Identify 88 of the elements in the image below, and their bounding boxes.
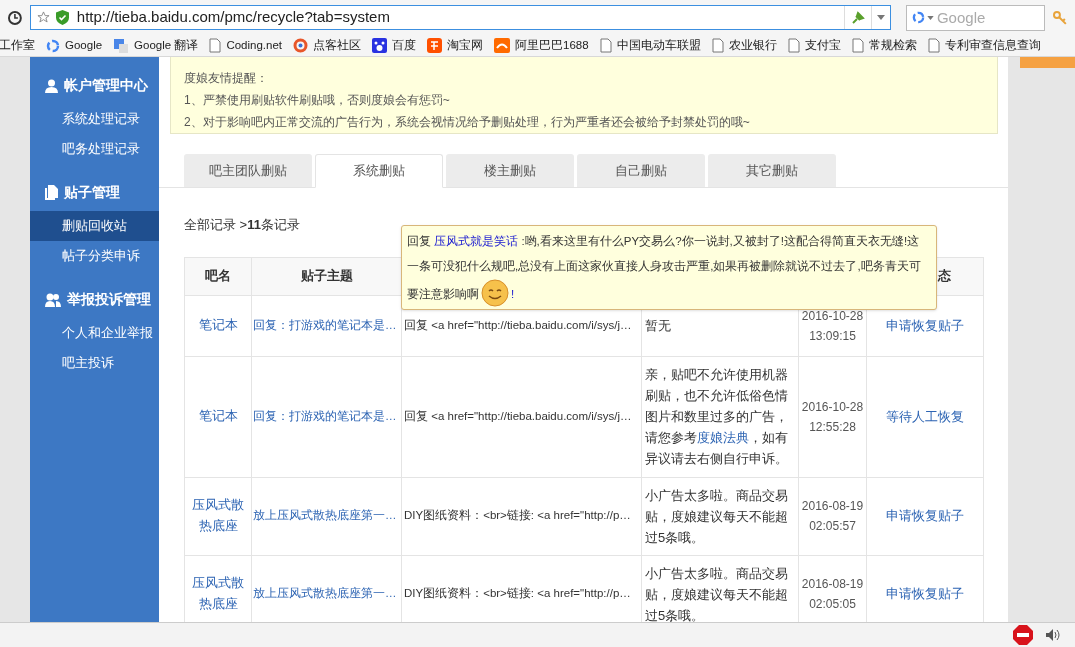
time-text: 12:55:28	[808, 418, 857, 436]
content-text: 回复 <a href="http://tieba.baidu.com/i/sys/j…	[404, 318, 632, 331]
notice-text: 2、对于影响吧内正常交流的广告行为，系统会视情况给予删贴处理，行为严重者还会被给予封禁处罚的哦~	[184, 114, 751, 131]
action-link[interactable]: 申请恢复贴子	[886, 508, 964, 524]
address-bar[interactable]: http://tieba.baidu.com/pmc/recycle?tab=system	[29, 5, 891, 30]
date-text: 2016-10-28	[800, 398, 865, 416]
reason-text: 亲，贴吧不允许使用机器刷贴，也不允许低俗色情图片和数里过多的广告，请您参考度娘法典，如有异议请去右侧自行申诉。	[645, 367, 788, 466]
user-icon	[45, 78, 58, 93]
sidebar-item[interactable]: 帖子分类申诉	[30, 241, 159, 271]
bookmark-item[interactable]: Google 翻译	[113, 36, 199, 55]
notice-title: 度娘友情提醒：	[184, 70, 269, 87]
page-icon	[927, 38, 940, 53]
reason-text: 小广告太多啦。商品交易贴，度娘建议每天不能超过5条哦。	[645, 487, 788, 545]
sidebar-heading: 举报投诉管理	[67, 290, 151, 309]
page-icon	[787, 38, 800, 53]
notice-text: 1、严禁使用刷贴软件刷贴哦，否则度娘会有惩罚~	[184, 92, 451, 109]
breadcrumb: 全部记录 >11条记录	[184, 217, 300, 232]
tab[interactable]: 吧主团队删贴	[184, 154, 312, 187]
bookmark-item[interactable]: 专利审查信息查询	[927, 36, 1041, 55]
action-link[interactable]: 等待人工恢复	[886, 408, 964, 424]
bookmark-item[interactable]: Coding.net	[209, 36, 282, 55]
bookmark-item[interactable]: 点客社区	[293, 36, 361, 55]
reason-text: 暂无	[645, 318, 671, 333]
forum-link[interactable]: 笔记本	[186, 406, 250, 427]
time-text: 13:09:15	[808, 327, 857, 345]
sidebar-item[interactable]: 吧主投诉	[30, 348, 159, 378]
sidebar-item[interactable]: 个人和企业举报	[30, 318, 159, 348]
bookmark-item[interactable]: 支付宝	[787, 36, 841, 55]
topic-link[interactable]: 放上压风式散热底座第一…	[253, 509, 397, 522]
date-text: 2016-08-19	[800, 498, 865, 515]
time-text: 02:05:57	[808, 518, 857, 535]
content-text: DIY图纸资料：<br>链接: <a href="http://p…	[404, 587, 631, 600]
tab[interactable]: 其它删贴	[708, 154, 836, 187]
google-icon	[911, 10, 925, 24]
ring-icon	[293, 38, 308, 53]
bookmark-item[interactable]: Google	[46, 36, 103, 55]
speaker-icon[interactable]	[1045, 628, 1061, 642]
page-icon	[599, 38, 612, 53]
bookmark-item[interactable]: 工作室	[0, 36, 35, 55]
pin-icon[interactable]	[850, 10, 865, 25]
bookmark-item[interactable]: 农业银行	[711, 36, 777, 55]
google-icon	[46, 38, 60, 53]
column-header: 态	[936, 268, 951, 284]
bookmark-item[interactable]: 常规检索	[851, 36, 917, 55]
column-header: 贴子主题	[300, 268, 353, 284]
topic-link[interactable]: 放上压风式散热底座第一…	[253, 587, 397, 600]
search-field[interactable]: Google	[905, 4, 1046, 31]
caret-icon[interactable]	[926, 15, 934, 20]
sidebar-item[interactable]: 吧务处理记录	[30, 134, 159, 164]
tooltip-text: 回复 压风式就是笑话 :哟,看来这里有什么PY交易么?你一说封,又被封了!这配合得简直天衣无缝!这一条可没犯什么规吧,总没有上面这家伙直接人身攻击严重,如果再被删除就说不过去了,吧务青天可要注意影响啊 !	[407, 229, 931, 307]
topic-link[interactable]: 回复：打游戏的笔记本是…	[253, 409, 397, 422]
tab[interactable]: 楼主删贴	[446, 154, 574, 187]
content-text: 回复 <a href="http://tieba.baidu.com/i/sys/j…	[404, 409, 632, 422]
paw-icon	[372, 38, 387, 53]
history-icon[interactable]	[8, 10, 22, 25]
tab[interactable]: 自己删贴	[577, 154, 705, 187]
sidebar-item[interactable]: 系统处理记录	[30, 104, 159, 134]
bookmark-item[interactable]: 中国电动车联盟	[599, 36, 701, 55]
smiley-icon	[481, 279, 509, 307]
caret-icon[interactable]	[876, 15, 885, 20]
bookmark-item[interactable]: 百度	[372, 36, 416, 55]
adblock-icon[interactable]	[1013, 625, 1033, 645]
page-icon	[851, 38, 864, 53]
alibaba-icon	[494, 38, 510, 53]
sidebar-heading: 帐户管理中心	[64, 76, 148, 95]
rules-link[interactable]: 度娘法典	[697, 430, 749, 445]
taobao-icon	[427, 38, 442, 53]
column-header: 吧名	[205, 268, 231, 284]
action-link[interactable]: 申请恢复贴子	[886, 317, 964, 333]
bookmark-item[interactable]: 淘宝网	[427, 36, 483, 55]
page-icon	[209, 38, 222, 53]
time-text: 02:05:05	[808, 596, 857, 613]
url-text: http://tieba.baidu.com/pmc/recycle?tab=system	[76, 7, 391, 28]
page-icon	[711, 38, 724, 53]
sidebar-heading: 贴子管理	[64, 183, 120, 202]
reason-text: 小广告太多啦。商品交易贴，度娘建议每天不能超过5条哦。	[645, 565, 788, 622]
content-text: DIY图纸资料：<br>链接: <a href="http://p…	[404, 509, 631, 522]
user-link[interactable]: 压风式就是笑话	[434, 235, 519, 247]
sidebar-item[interactable]: 删贴回收站	[30, 211, 159, 241]
document-icon	[45, 185, 58, 200]
bookmark-item[interactable]: 阿里巴巴1688	[494, 36, 589, 55]
date-text: 2016-08-19	[800, 576, 865, 593]
tab[interactable]: 系统删贴	[315, 154, 443, 188]
shield-icon	[55, 10, 69, 25]
action-link[interactable]: 申请恢复贴子	[886, 586, 964, 602]
users-icon	[45, 292, 61, 307]
date-text: 2016-10-28	[800, 307, 865, 325]
star-icon[interactable]	[36, 11, 50, 24]
